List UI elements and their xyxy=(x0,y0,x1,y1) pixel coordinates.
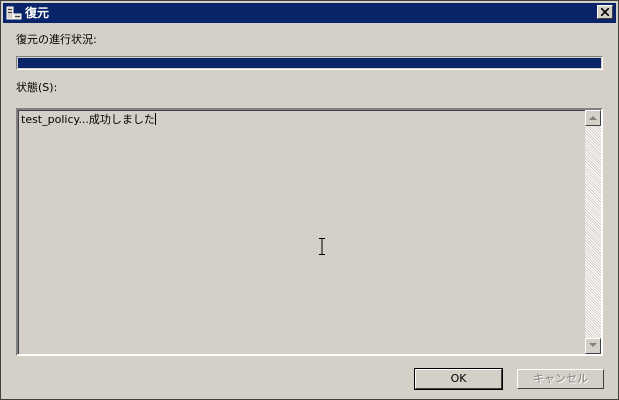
status-label: 状態(S): xyxy=(16,81,58,94)
app-icon xyxy=(6,5,22,21)
restore-dialog: 復元 復元の進行状況: 状態(S): test_policy...成功しました … xyxy=(0,0,619,400)
restore-progress-bar xyxy=(16,56,603,70)
close-button[interactable] xyxy=(597,5,613,19)
scroll-down-button[interactable] xyxy=(585,338,601,354)
arrow-up-icon xyxy=(589,116,597,120)
status-textarea[interactable]: test_policy...成功しました xyxy=(16,108,603,356)
arrow-down-icon xyxy=(589,343,597,347)
status-message: test_policy...成功しました xyxy=(21,113,155,126)
vertical-scrollbar[interactable] xyxy=(585,110,601,354)
status-text-area[interactable]: test_policy...成功しました xyxy=(18,110,585,354)
ok-button[interactable]: OK xyxy=(414,368,503,390)
close-icon xyxy=(601,8,609,16)
window-title: 復元 xyxy=(25,6,50,20)
text-caret xyxy=(154,113,156,125)
progress-fill xyxy=(18,58,601,68)
ibeam-cursor-icon xyxy=(319,238,325,255)
cancel-button[interactable]: キャンセル xyxy=(517,369,604,389)
status-text-line: test_policy...成功しました xyxy=(21,113,156,127)
scroll-up-button[interactable] xyxy=(585,110,601,126)
title-bar[interactable]: 復元 xyxy=(3,3,616,23)
progress-label: 復元の進行状況: xyxy=(16,33,97,46)
